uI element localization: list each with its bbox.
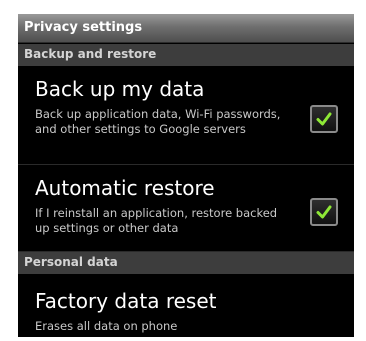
title-bar: Privacy settings xyxy=(18,14,354,43)
setting-title: Back up my data xyxy=(35,77,205,101)
setting-row-back-up-my-data[interactable]: Back up my data Back up application data… xyxy=(18,67,354,165)
setting-summary: Back up application data, Wi-Fi password… xyxy=(35,107,281,136)
setting-summary: If I reinstall an application, restore b… xyxy=(35,206,278,235)
automatic-restore-checkbox[interactable] xyxy=(310,198,338,226)
setting-row-automatic-restore[interactable]: Automatic restore If I reinstall an appl… xyxy=(18,166,354,252)
setting-summary: Erases all data on phone xyxy=(35,319,178,333)
check-icon xyxy=(316,205,332,219)
section-header-personal-data: Personal data xyxy=(18,252,354,274)
setting-row-factory-data-reset[interactable]: Factory data reset Erases all data on ph… xyxy=(18,275,354,337)
page-title: Privacy settings xyxy=(24,20,143,35)
check-icon xyxy=(316,112,332,126)
setting-title: Automatic restore xyxy=(35,176,215,200)
privacy-settings-screen: Privacy settings Backup and restore Back… xyxy=(18,14,354,337)
section-header-label: Backup and restore xyxy=(24,47,157,61)
section-header-backup-and-restore: Backup and restore xyxy=(18,44,354,66)
back-up-my-data-checkbox[interactable] xyxy=(310,105,338,133)
setting-title: Factory data reset xyxy=(35,289,217,313)
section-header-label: Personal data xyxy=(24,255,118,269)
